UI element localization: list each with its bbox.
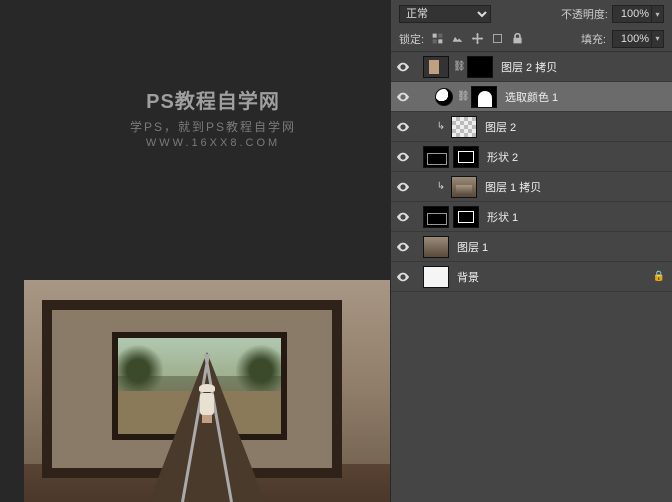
visibility-toggle[interactable] [391, 270, 415, 284]
visibility-toggle[interactable] [391, 150, 415, 164]
visibility-toggle[interactable] [391, 180, 415, 194]
lock-transparency-icon[interactable] [430, 32, 444, 46]
layer-name[interactable]: 图层 1 [457, 239, 666, 255]
layer-name[interactable]: 形状 1 [487, 209, 666, 225]
watermark: PS教程自学网 学PS，就到PS教程自学网 WWW.16XX8.COM [130, 85, 296, 149]
canvas-area: PS教程自学网 学PS，就到PS教程自学网 WWW.16XX8.COM [0, 0, 391, 502]
layer-row[interactable]: 形状 1 [391, 202, 672, 232]
layer-mask-thumbnail[interactable] [471, 86, 497, 108]
layers-panel: 正常 不透明度: ▾ 锁定: 填充: ▾ ⛓ 图层 2 拷贝 ⛓ 选取颜色 1 ↳ 图层 … [391, 0, 672, 502]
link-icon[interactable]: ⛓ [457, 91, 467, 102]
layer-name[interactable]: 图层 2 拷贝 [501, 59, 666, 75]
lock-image-icon[interactable] [450, 32, 464, 46]
layer-row[interactable]: ⛓ 选取颜色 1 [391, 82, 672, 112]
layer-thumbnail[interactable] [423, 206, 449, 228]
opacity-label: 不透明度: [561, 6, 608, 22]
layer-thumbnail[interactable] [451, 176, 477, 198]
layer-thumbnail[interactable] [423, 56, 449, 78]
layer-name[interactable]: 选取颜色 1 [505, 89, 666, 105]
layers-list: ⛓ 图层 2 拷贝 ⛓ 选取颜色 1 ↳ 图层 2 形状 2 ↳ 图层 1 拷贝形状 1 图层 1… [391, 52, 672, 292]
fill-value[interactable] [613, 33, 651, 45]
chevron-down-icon[interactable]: ▾ [651, 31, 663, 47]
lock-all-icon[interactable] [510, 32, 524, 46]
fill-label: 填充: [581, 31, 606, 47]
layer-row[interactable]: 背景 🔒 [391, 262, 672, 292]
layer-name[interactable]: 背景 [457, 269, 648, 285]
blend-opacity-row: 正常 不透明度: ▾ [391, 2, 672, 26]
chevron-down-icon[interactable]: ▾ [651, 6, 663, 22]
lock-artboard-icon[interactable] [490, 32, 504, 46]
blend-mode-select[interactable]: 正常 [399, 5, 491, 23]
layer-row[interactable]: ↳ 图层 1 拷贝 [391, 172, 672, 202]
watermark-sub: 学PS，就到PS教程自学网 [130, 118, 296, 135]
adjustment-layer-icon[interactable] [435, 88, 453, 106]
clip-indicator-icon: ↳ [435, 181, 447, 192]
fill-input[interactable]: ▾ [612, 30, 664, 48]
layer-mask-thumbnail[interactable] [453, 146, 479, 168]
layer-thumbnail[interactable] [423, 146, 449, 168]
layer-name[interactable]: 图层 1 拷贝 [485, 179, 666, 195]
visibility-toggle[interactable] [391, 90, 415, 104]
lock-position-icon[interactable] [470, 32, 484, 46]
layer-row[interactable]: ↳ 图层 2 [391, 112, 672, 142]
visibility-toggle[interactable] [391, 240, 415, 254]
visibility-toggle[interactable] [391, 120, 415, 134]
layer-row[interactable]: ⛓ 图层 2 拷贝 [391, 52, 672, 82]
lock-label: 锁定: [399, 31, 424, 47]
layer-row[interactable]: 形状 2 [391, 142, 672, 172]
layer-name[interactable]: 形状 2 [487, 149, 666, 165]
layer-thumbnail[interactable] [451, 116, 477, 138]
opacity-input[interactable]: ▾ [612, 5, 664, 23]
watermark-url: WWW.16XX8.COM [130, 137, 296, 149]
visibility-toggle[interactable] [391, 60, 415, 74]
opacity-value[interactable] [613, 8, 651, 20]
document-image[interactable] [24, 280, 390, 502]
layer-thumbnail[interactable] [423, 236, 449, 258]
layer-row[interactable]: 图层 1 [391, 232, 672, 262]
lock-fill-row: 锁定: 填充: ▾ [391, 26, 672, 52]
layer-mask-thumbnail[interactable] [453, 206, 479, 228]
layer-mask-thumbnail[interactable] [467, 56, 493, 78]
clip-indicator-icon: ↳ [435, 121, 447, 132]
lock-icon: 🔒 [652, 271, 666, 282]
layer-name[interactable]: 图层 2 [485, 119, 666, 135]
link-icon[interactable]: ⛓ [453, 61, 463, 72]
watermark-title: PS教程自学网 [130, 85, 296, 114]
layer-thumbnail[interactable] [423, 266, 449, 288]
visibility-toggle[interactable] [391, 210, 415, 224]
